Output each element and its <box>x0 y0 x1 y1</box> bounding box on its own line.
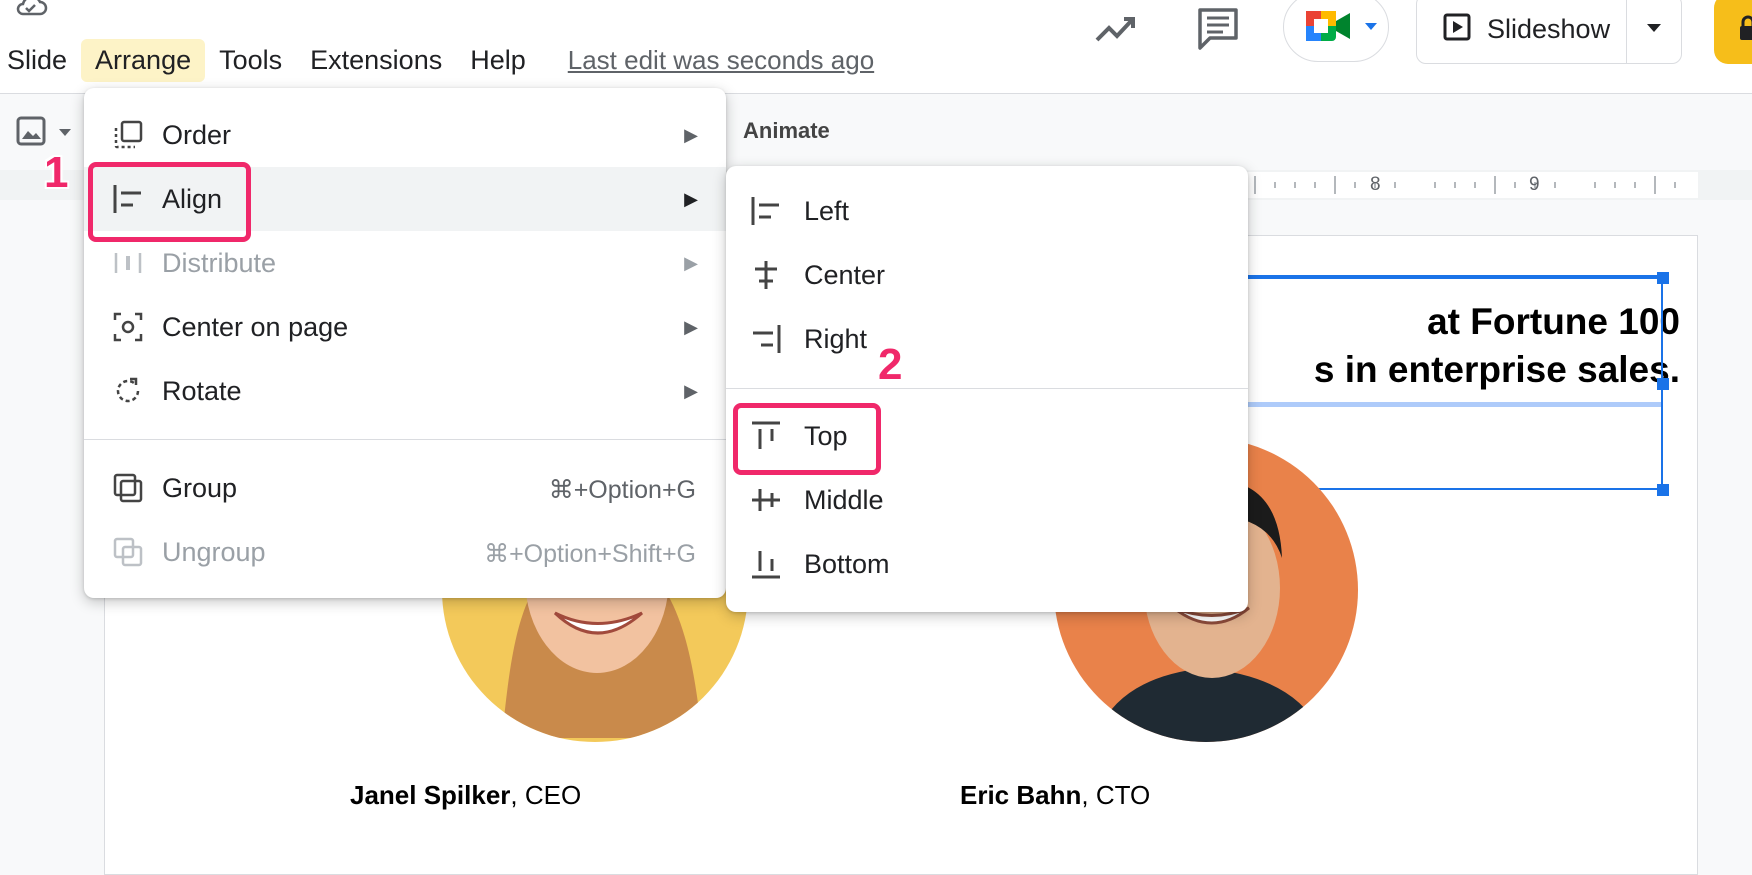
group-shortcut: ⌘+Option+G <box>548 476 696 504</box>
align-option-label-center: Center <box>804 260 886 290</box>
cto-name: Eric Bahn <box>960 780 1082 810</box>
arrange-menu-label-ungroup: Ungroup <box>162 537 266 567</box>
menu-extensions[interactable]: Extensions <box>296 39 456 82</box>
chevron-down-icon <box>1646 20 1662 38</box>
submenu-arrow-icon: ▶ <box>684 381 698 401</box>
ungroup-shortcut: ⌘+Option+Shift+G <box>484 540 696 568</box>
google-meet-icon <box>1304 7 1354 52</box>
play-slideshow-icon <box>1443 13 1471 46</box>
animate-button[interactable]: Animate <box>743 118 830 144</box>
resize-handle-middle-right[interactable] <box>1657 378 1669 390</box>
step-2-highlight <box>733 403 881 475</box>
arrange-menu-label-group: Group <box>162 473 238 503</box>
arrange-menu-label-rotate: Rotate <box>162 376 242 406</box>
align-center-icon <box>750 259 782 291</box>
arrange-menu-label-distribute: Distribute <box>162 248 277 278</box>
cto-role: , CTO <box>1081 780 1151 810</box>
step-1-label: 1 <box>44 148 69 197</box>
arrange-menu-item-order[interactable]: Order ▶ <box>84 103 726 167</box>
lock-icon <box>1738 14 1752 49</box>
align-option-middle[interactable]: Middle <box>726 468 1248 532</box>
arrange-menu-item-center-on-page[interactable]: Center on page ▶ <box>84 295 726 359</box>
arrange-menu-item-ungroup[interactable]: Ungroup ⌘+Option+Shift+G <box>84 520 726 584</box>
step-1-highlight <box>88 162 251 242</box>
step-2-label: 2 <box>878 340 903 389</box>
comments-icon[interactable] <box>1196 4 1240 57</box>
rotate-icon <box>112 375 144 407</box>
meet-dropdown-icon <box>1364 19 1378 37</box>
arrange-menu-label-order: Order <box>162 120 232 150</box>
distribute-icon <box>112 247 144 279</box>
align-option-center[interactable]: Center <box>726 243 1248 307</box>
align-left-icon <box>750 195 782 227</box>
align-option-label-right: Right <box>804 324 868 354</box>
center-on-page-icon <box>112 311 144 343</box>
order-icon <box>112 119 144 151</box>
ceo-caption[interactable]: Janel Spilker, CEO <box>350 780 581 811</box>
align-option-label-bottom: Bottom <box>804 549 890 579</box>
ruler-label-8: 8 <box>1370 174 1381 195</box>
last-edit-link[interactable]: Last edit was seconds ago <box>568 45 874 76</box>
align-submenu: Left Center Right Top Middle Bottom <box>726 166 1248 612</box>
submenu-separator <box>726 388 1248 389</box>
image-dropdown-icon <box>58 125 72 143</box>
ruler-label-9: 9 <box>1529 174 1540 195</box>
submenu-arrow-icon: ▶ <box>684 189 698 209</box>
top-bar: Slide Arrange Tools Extensions Help Last… <box>0 0 1752 94</box>
arrange-menu-label-center-on-page: Center on page <box>162 312 349 342</box>
align-right-icon <box>750 323 782 355</box>
cloud-saved-icon <box>14 0 48 23</box>
share-button[interactable] <box>1714 0 1752 64</box>
slideshow-button-group: Slideshow <box>1416 0 1682 64</box>
slideshow-button[interactable]: Slideshow <box>1417 0 1627 63</box>
arrange-menu-item-rotate[interactable]: Rotate ▶ <box>84 359 726 423</box>
menu-arrange[interactable]: Arrange <box>81 38 206 82</box>
align-bottom-icon <box>750 548 782 580</box>
meet-button[interactable] <box>1283 0 1389 62</box>
menu-separator <box>84 439 726 440</box>
align-option-bottom[interactable]: Bottom <box>726 532 1248 596</box>
align-middle-icon <box>750 484 782 516</box>
menu-bar: Slide Arrange Tools Extensions Help Last… <box>0 38 874 82</box>
align-option-right[interactable]: Right <box>726 307 1248 371</box>
insert-image-button[interactable] <box>16 116 72 151</box>
arrange-menu-item-group[interactable]: Group ⌘+Option+G <box>84 456 726 520</box>
slideshow-dropdown-button[interactable] <box>1627 0 1681 63</box>
ceo-name: Janel Spilker <box>350 780 511 810</box>
menu-help[interactable]: Help <box>456 39 540 82</box>
align-option-label-middle: Middle <box>804 485 884 515</box>
ceo-role: , CEO <box>510 780 582 810</box>
cto-caption[interactable]: Eric Bahn, CTO <box>960 780 1150 811</box>
align-option-left[interactable]: Left <box>726 179 1248 243</box>
menu-slide[interactable]: Slide <box>0 39 81 82</box>
activity-dashboard-icon[interactable] <box>1094 10 1138 55</box>
submenu-arrow-icon: ▶ <box>684 253 698 273</box>
slideshow-label: Slideshow <box>1487 13 1611 44</box>
align-option-label-left: Left <box>804 196 850 226</box>
submenu-arrow-icon: ▶ <box>684 317 698 337</box>
image-icon <box>16 116 46 151</box>
group-icon <box>112 472 144 504</box>
ungroup-icon <box>112 536 144 568</box>
menu-tools[interactable]: Tools <box>205 39 296 82</box>
resize-handle-bottom-right[interactable] <box>1657 484 1669 496</box>
submenu-arrow-icon: ▶ <box>684 125 698 145</box>
resize-handle-top-right[interactable] <box>1657 272 1669 284</box>
